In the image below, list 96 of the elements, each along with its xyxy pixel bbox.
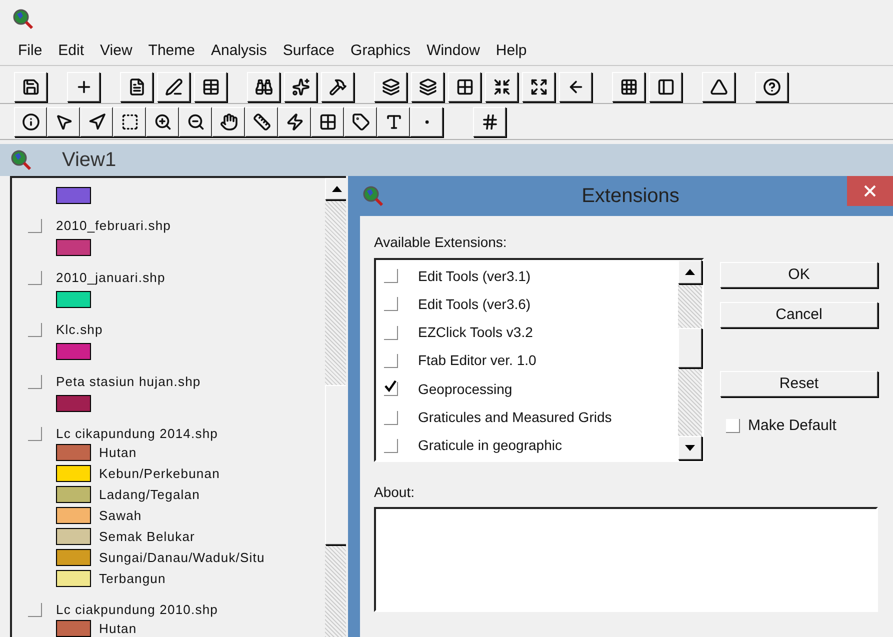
document-icon[interactable] [120,72,153,102]
menu-item[interactable]: Graphics [350,40,411,63]
layer-checkbox[interactable] [28,603,42,617]
layer-name: 2010_februari.shp [56,217,171,233]
down-arrow-icon [685,445,695,451]
extension-checkbox[interactable] [384,297,398,312]
pointer-icon[interactable] [47,106,80,136]
grid-icon[interactable] [311,106,344,136]
shrink-icon[interactable] [485,72,518,102]
up-arrow-icon [685,269,695,275]
pen-icon[interactable] [157,72,190,102]
zoom-in-icon[interactable] [146,106,179,136]
layers-icon[interactable] [374,72,407,102]
class-label: Semak Belukar [99,528,195,546]
class-label: Terbangun [99,570,166,588]
binoculars-icon[interactable] [247,72,280,102]
sparkle-icon[interactable] [284,72,317,102]
app-icon [12,8,34,30]
extension-name[interactable]: Geoprocessing [418,378,512,400]
pattern-icon[interactable] [473,106,506,136]
layers-icon[interactable] [411,72,444,102]
dialog-button[interactable]: Reset [720,371,878,397]
help-icon[interactable] [755,72,788,102]
class-label: Hutan [99,620,137,637]
layer-checkbox[interactable] [28,219,42,233]
scroll-down-button[interactable] [678,436,702,460]
menu-item[interactable]: File [18,40,42,63]
scroll-thumb[interactable] [678,328,702,368]
extension-name[interactable]: Edit Tools (ver3.1) [418,266,531,287]
dots-icon[interactable] [612,72,645,102]
hammer-icon[interactable] [321,72,354,102]
extension-checkbox[interactable] [384,438,398,453]
class-label: Kebun/Perkebunan [99,464,220,483]
scrollbar[interactable] [325,178,346,637]
point-icon[interactable] [410,106,443,136]
info-icon[interactable] [14,106,47,136]
extension-name[interactable]: Graticule in geographic [418,435,562,456]
about-label: About: [374,483,416,502]
extension-checkbox[interactable] [384,326,398,340]
extension-name[interactable]: Edit Tools (ver3.6) [418,294,531,315]
save-icon[interactable] [14,72,47,102]
panel-icon[interactable] [649,72,682,102]
label-icon[interactable] [344,106,377,136]
dialog-button[interactable]: Cancel [720,302,878,328]
table-icon[interactable] [194,72,227,102]
extension-name[interactable]: EZClick Tools v3.2 [418,322,533,344]
make-default-checkbox[interactable] [726,419,740,434]
view-icon [10,149,32,171]
layer-name: Peta stasiun hujan.shp [56,373,201,389]
extension-checkbox[interactable] [384,269,398,284]
expand-icon[interactable] [522,72,555,102]
layer-name: 2010_januari.shp [56,269,166,285]
close-button[interactable] [847,176,893,206]
menu-item[interactable]: View [100,40,132,63]
class-label: Hutan [99,444,137,462]
dialog-title: Extensions [582,184,680,209]
menu-item[interactable]: Analysis [210,40,267,63]
layer-name: Lc ciakpundung 2010.shp [56,601,218,617]
pan-icon[interactable] [212,106,245,136]
class-label: Sungai/Danau/Waduk/Situ [99,548,265,567]
dialog-icon [362,185,384,207]
extension-checkbox[interactable] [384,354,398,368]
vertex-pointer-icon[interactable] [80,106,113,136]
extension-checkbox[interactable] [384,410,398,425]
dialog-button[interactable]: OK [720,262,878,288]
select-box-icon[interactable] [113,106,146,136]
extension-checkbox[interactable] [384,382,398,396]
text-icon[interactable] [377,106,410,136]
menu-item[interactable]: Edit [58,40,84,63]
view-title: View1 [62,148,116,173]
extension-name[interactable]: Ftab Editor ver. 1.0 [418,350,536,372]
add-icon[interactable] [67,72,100,102]
zoom-out-icon[interactable] [179,106,212,136]
class-label: Ladang/Tegalan [99,486,200,504]
scroll-up-button[interactable] [678,260,702,284]
extension-name[interactable]: Graticules and Measured Grids [418,407,612,428]
list-scrollbar[interactable] [678,260,702,460]
layer-name: Klc.shp [56,321,103,337]
close-icon [864,185,876,197]
scroll-up-button[interactable] [325,178,346,200]
menu-item[interactable]: Surface [282,40,335,63]
menu-item[interactable]: Window [426,40,480,63]
measure-icon[interactable] [245,106,278,136]
scroll-thumb[interactable] [325,385,346,545]
class-label: Sawah [99,506,142,525]
layer-checkbox[interactable] [28,427,42,441]
layer-name: Lc cikapundung 2014.shp [56,425,219,441]
layer-checkbox[interactable] [28,375,42,389]
menu-item[interactable]: Theme [148,40,195,63]
layer-checkbox[interactable] [28,271,42,285]
lightning-icon[interactable] [278,106,311,136]
up-arrow-icon [332,186,342,192]
checkbox-label: Make Default [748,416,836,436]
list-label: Available Extensions: [374,233,508,252]
menu-item[interactable]: Help [496,40,527,63]
layer-checkbox[interactable] [28,323,42,337]
